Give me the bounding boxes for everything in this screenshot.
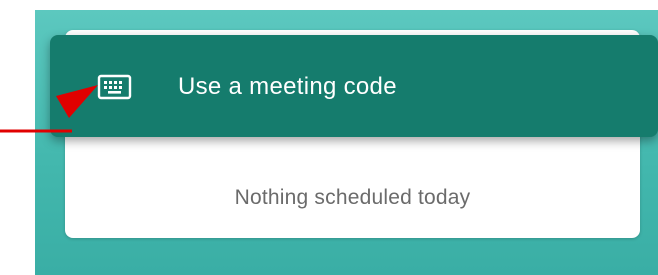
empty-schedule-text: Nothing scheduled today	[234, 186, 471, 209]
keyboard-icon	[97, 74, 132, 100]
use-meeting-code-label: Use a meeting code	[178, 73, 397, 100]
use-meeting-code-menu-item[interactable]: Use a meeting code	[50, 35, 658, 137]
